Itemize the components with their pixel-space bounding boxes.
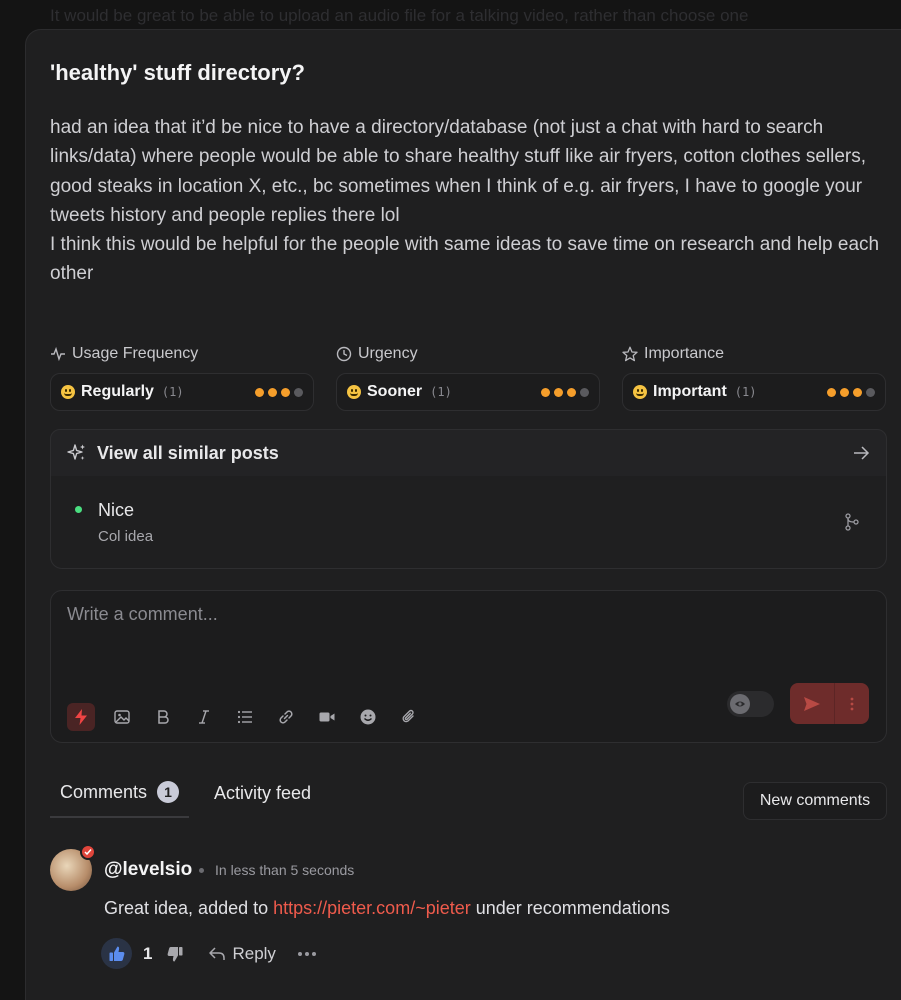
rating-dot: [294, 387, 303, 397]
rating-dot: [853, 387, 862, 397]
merge-icon[interactable]: [844, 513, 860, 531]
activity-icon: [51, 346, 65, 362]
lightning-icon[interactable]: [67, 703, 95, 731]
like-button[interactable]: [101, 938, 132, 969]
reply-button[interactable]: Reply: [208, 943, 276, 964]
more-options-icon[interactable]: [297, 951, 316, 956]
send-icon: [804, 696, 820, 711]
rating-dots: [827, 387, 875, 397]
bullet-list-icon[interactable]: [231, 703, 259, 731]
bold-icon[interactable]: [149, 703, 177, 731]
attachment-icon[interactable]: [395, 703, 423, 731]
comment-link[interactable]: https://pieter.com/~pieter: [273, 898, 471, 918]
post-description-line: I think this would be helpful for the pe…: [50, 234, 880, 285]
send-button[interactable]: [790, 683, 834, 724]
similar-post-item[interactable]: Nice Col idea: [50, 476, 887, 569]
smile-emoji-icon: [347, 385, 361, 399]
comment-timestamp: In less than 5 seconds: [215, 862, 355, 878]
emoji-icon[interactable]: [354, 703, 382, 731]
comment-body: Great idea, added to https://pieter.com/…: [104, 898, 670, 919]
view-similar-posts-label: View all similar posts: [97, 442, 279, 463]
comment-username[interactable]: @levelsio: [104, 859, 192, 881]
post-description: had an idea that it’d be nice to have a …: [50, 113, 890, 289]
separator-dot: [199, 868, 204, 873]
status-dot: [75, 506, 82, 513]
like-count: 1: [143, 943, 153, 963]
video-icon[interactable]: [313, 703, 341, 731]
arrow-right-icon: [854, 446, 870, 460]
importance-rating[interactable]: Important (1): [622, 373, 886, 411]
post-description-line: had an idea that it’d be nice to have a …: [50, 117, 867, 226]
rating-dot: [866, 387, 875, 397]
comment-text-after: under recommendations: [470, 898, 670, 918]
rating-dot: [255, 387, 264, 397]
tab-comments[interactable]: Comments 1: [50, 781, 190, 818]
send-options-button[interactable]: [834, 683, 869, 724]
importance-label: Importance: [622, 345, 724, 363]
more-vertical-icon: [850, 697, 854, 710]
rating-dot: [268, 387, 277, 397]
usage-frequency-label: Usage Frequency: [50, 345, 198, 363]
comment-composer: [50, 590, 887, 743]
thumbs-up-icon: [109, 946, 124, 961]
italic-icon[interactable]: [190, 703, 218, 731]
clock-icon: [336, 346, 352, 362]
rating-dot: [840, 387, 849, 397]
rating-dot: [580, 387, 589, 397]
image-icon[interactable]: [108, 703, 136, 731]
comment-tabs: Comments 1 Activity feed: [50, 781, 321, 818]
star-icon: [622, 346, 638, 362]
view-similar-posts-button[interactable]: View all similar posts: [50, 429, 887, 477]
comments-count-badge: 1: [157, 781, 180, 803]
dislike-button[interactable]: [166, 945, 184, 963]
rating-dot: [567, 387, 576, 397]
urgency-rating[interactable]: Sooner (1): [336, 373, 600, 411]
usage-frequency-rating[interactable]: Regularly (1): [50, 373, 314, 411]
tab-comments-label: Comments: [60, 781, 148, 802]
urgency-label: Urgency: [336, 345, 418, 363]
visibility-toggle[interactable]: [727, 691, 774, 717]
similar-post-title: Nice: [98, 500, 135, 520]
post-title: 'healthy' stuff directory?: [50, 60, 305, 85]
comment-actions: 1 Reply: [101, 938, 316, 969]
rating-dots: [255, 387, 303, 397]
similar-post-subtitle: Col idea: [98, 528, 154, 545]
verified-badge-icon: [80, 844, 96, 860]
thumbs-down-icon: [168, 946, 183, 961]
eye-icon: [730, 694, 750, 714]
rating-dot: [281, 387, 290, 397]
tab-activity-feed[interactable]: Activity feed: [204, 783, 321, 817]
link-icon[interactable]: [272, 703, 300, 731]
sparkles-icon: [67, 444, 85, 460]
rating-dot: [541, 387, 550, 397]
comment-text-before: Great idea, added to: [104, 898, 274, 918]
new-comments-button[interactable]: New comments: [743, 782, 887, 820]
rating-dot: [554, 387, 563, 397]
smile-emoji-icon: [633, 385, 647, 399]
rating-dots: [541, 387, 589, 397]
send-button-group: [790, 683, 869, 724]
formatting-toolbar: [67, 703, 436, 731]
tab-activity-label: Activity feed: [214, 782, 312, 803]
comment-input[interactable]: [51, 591, 886, 671]
reply-label: Reply: [232, 943, 276, 963]
reply-icon: [209, 946, 226, 960]
smile-emoji-icon: [61, 385, 75, 399]
rating-dot: [827, 387, 836, 397]
background-text: It would be great to be able to upload a…: [50, 6, 749, 25]
